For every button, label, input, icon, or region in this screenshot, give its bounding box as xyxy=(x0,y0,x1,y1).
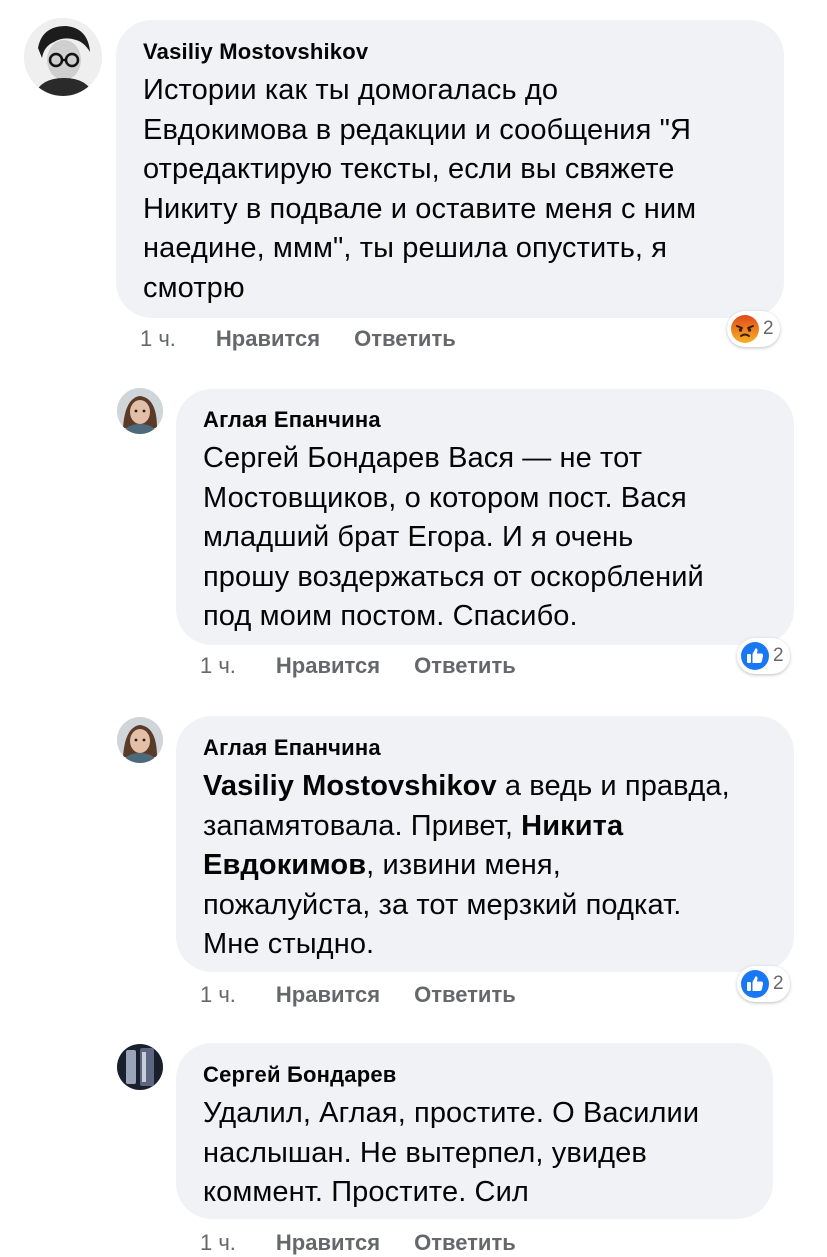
reaction-count: 2 xyxy=(773,645,784,666)
comment-text-line: Никиту в подвале и оставите меня с ним xyxy=(143,192,697,225)
reply-button[interactable]: Ответить xyxy=(414,652,516,680)
comment-text: Истории как ты домогалась до Евдокимова … xyxy=(143,71,756,308)
mention-link[interactable]: Евдокимов xyxy=(203,849,366,881)
comment-time[interactable]: 1 ч. xyxy=(200,981,236,1009)
comment-text-line: наслышан. Не вытерпел, увидев xyxy=(203,1136,647,1169)
comment-text-line: Евдокимова в редакции и сообщения "Я xyxy=(143,113,692,146)
comment-meta: 1 ч. Нравится Ответить xyxy=(200,981,550,1009)
comment-bubble: Аглая Епанчина Vasiliy Mostovshikov а ве… xyxy=(176,716,794,972)
comment-author[interactable]: Аглая Епанчина xyxy=(203,734,768,762)
mention-link[interactable]: Vasiliy Mostovshikov xyxy=(203,770,497,802)
comment-meta: 1 ч. Нравится Ответить xyxy=(140,325,490,353)
comment-time[interactable]: 1 ч. xyxy=(200,652,236,680)
like-button[interactable]: Нравится xyxy=(276,652,380,680)
comment-text-line: пожалуйста, за тот мерзкий подкат. xyxy=(203,888,682,921)
comment-text-line: Сергей Бондарев Вася — не тот xyxy=(203,442,643,474)
comment-text-segment: а ведь и правда, xyxy=(496,770,730,802)
like-button[interactable]: Нравится xyxy=(216,325,320,353)
person-avatar-icon xyxy=(24,18,102,96)
like-icon xyxy=(741,970,769,998)
comment-meta: 1 ч. Нравится Ответить xyxy=(200,1229,550,1257)
comment-text: Vasiliy Mostovshikov а ведь и правда, за… xyxy=(203,767,768,965)
comment-text: Удалил, Аглая, простите. О Василии наслы… xyxy=(203,1094,747,1213)
comment-author[interactable]: Аглая Епанчина xyxy=(203,406,768,434)
person-avatar-icon xyxy=(117,388,163,434)
reply-button[interactable]: Ответить xyxy=(414,1229,516,1257)
avatar-sergey[interactable] xyxy=(117,1044,163,1090)
comment-meta: 1 ч. Нравится Ответить xyxy=(200,652,550,680)
like-button[interactable]: Нравится xyxy=(276,981,380,1009)
comment-text-line: Мне стыдно. xyxy=(203,928,375,960)
comment-bubble: Сергей Бондарев Удалил, Аглая, простите.… xyxy=(176,1043,773,1219)
avatar-aglaya[interactable] xyxy=(117,388,163,434)
like-icon xyxy=(741,642,769,670)
comment-text-line: Истории как ты домогалась до xyxy=(143,74,559,106)
comment-text-line: смотрю xyxy=(143,271,245,304)
comment-text-segment: , извини меня, xyxy=(366,849,561,881)
comment-bubble: Аглая Епанчина Сергей Бондарев Вася — не… xyxy=(176,389,794,645)
comment-text-line: отредактирую тексты, если вы свяжете xyxy=(143,153,675,185)
comment-time[interactable]: 1 ч. xyxy=(200,1229,236,1257)
reaction-count: 2 xyxy=(773,973,784,994)
comment-text-line: коммент. Простите. Сил xyxy=(203,1176,529,1208)
person-avatar-icon xyxy=(117,1044,163,1090)
reaction-summary[interactable]: 2 xyxy=(727,311,780,347)
reaction-count: 2 xyxy=(763,318,774,339)
reaction-summary[interactable]: 2 xyxy=(737,638,790,674)
comment-text-line: младший брат Егора. И я очень xyxy=(203,521,634,553)
comment-text-line: под моим постом. Спасибо. xyxy=(203,600,578,632)
avatar-aglaya[interactable] xyxy=(117,717,163,763)
person-avatar-icon xyxy=(117,717,163,763)
like-button[interactable]: Нравится xyxy=(276,1229,380,1257)
comment-text-line: прошу воздержаться от оскорблений xyxy=(203,560,704,593)
avatar-vasiliy[interactable] xyxy=(24,18,102,96)
angry-icon xyxy=(731,315,759,343)
comment-text-line: Удалил, Аглая, простите. О Василии xyxy=(203,1097,700,1129)
comment-text-segment: запамятовала. Привет, xyxy=(203,809,522,842)
comment-author[interactable]: Vasiliy Mostovshikov xyxy=(143,38,756,66)
comment-bubble: Vasiliy Mostovshikov Истории как ты домо… xyxy=(116,20,784,318)
comment-text: Сергей Бондарев Вася — не тот Мостовщико… xyxy=(203,439,768,637)
comment-time[interactable]: 1 ч. xyxy=(140,325,176,353)
comment-text-line: наедине, ммм", ты решила опустить, я xyxy=(143,232,668,264)
comment-author[interactable]: Сергей Бондарев xyxy=(203,1061,747,1089)
reply-button[interactable]: Ответить xyxy=(354,325,456,353)
mention-link[interactable]: Никита xyxy=(521,810,623,842)
reaction-summary[interactable]: 2 xyxy=(737,966,790,1002)
comment-text-line: Мостовщиков, о котором пост. Вася xyxy=(203,481,687,514)
reply-button[interactable]: Ответить xyxy=(414,981,516,1009)
